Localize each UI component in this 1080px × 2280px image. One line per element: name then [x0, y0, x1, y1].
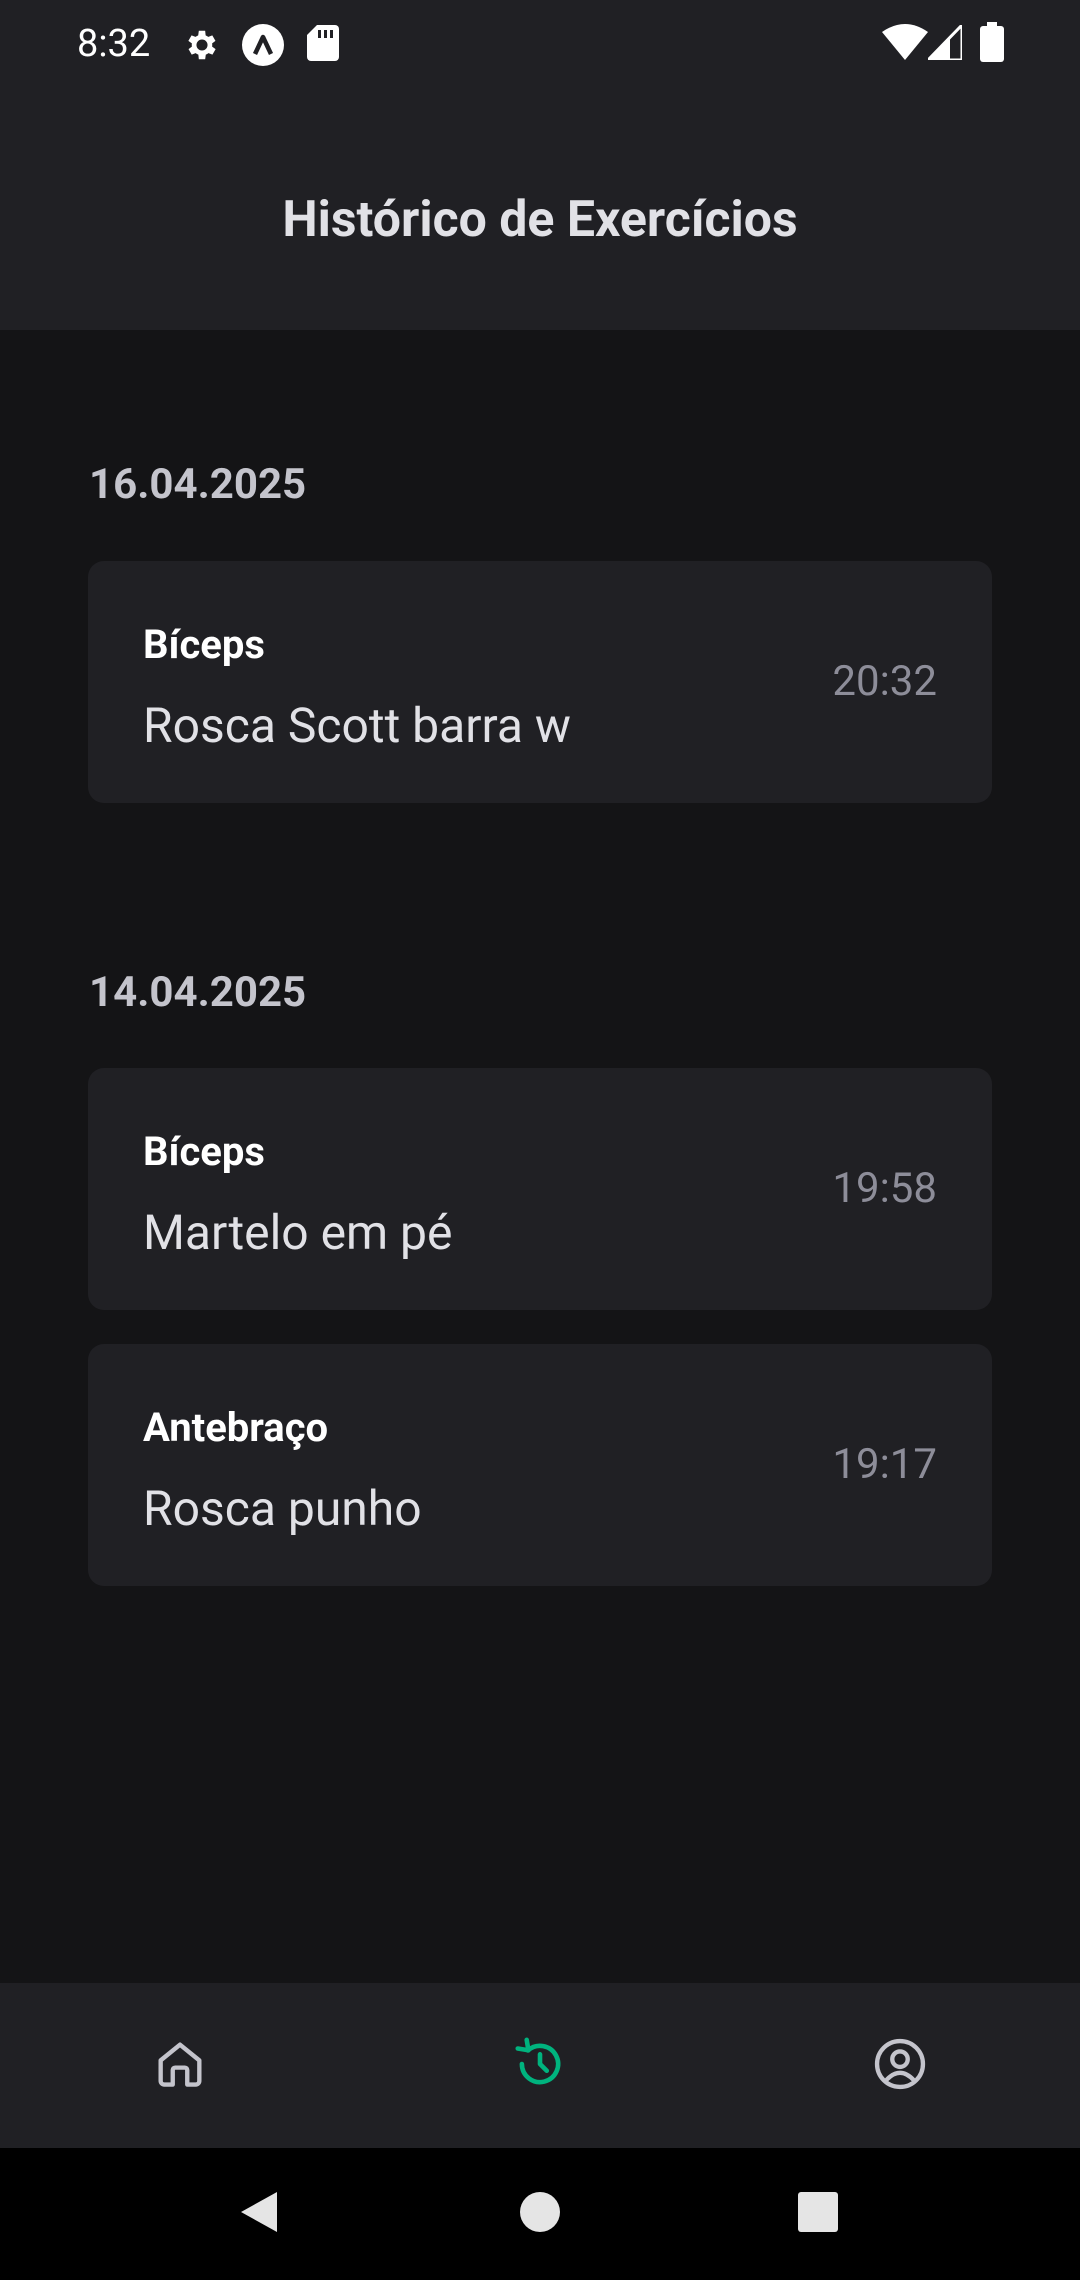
- signal-icon: [928, 25, 962, 60]
- page-title: Histórico de Exercícios: [282, 191, 798, 249]
- back-icon: [237, 2189, 283, 2239]
- exercise-time: 20:32: [832, 657, 937, 706]
- tab-history[interactable]: [495, 2019, 585, 2109]
- status-time: 8:32: [77, 22, 151, 66]
- section-date: 16.04.2025: [89, 460, 307, 509]
- exercise-name: Rosca Scott barra w: [143, 697, 571, 754]
- exercise-time: 19:58: [832, 1164, 937, 1213]
- system-nav: [0, 2148, 1080, 2280]
- bottom-nav: [0, 1983, 1080, 2148]
- home-button[interactable]: [512, 2186, 568, 2242]
- home-circle-icon: [518, 2190, 562, 2238]
- home-icon: [151, 2035, 209, 2093]
- tab-profile[interactable]: [855, 2019, 945, 2109]
- sd-card-icon: [307, 25, 339, 61]
- exercise-name: Rosca punho: [143, 1480, 422, 1537]
- muscle-group: Bíceps: [143, 621, 265, 668]
- wifi-icon: [882, 24, 928, 60]
- history-card[interactable]: Antebraço Rosca punho 19:17: [88, 1344, 992, 1586]
- battery-icon: [980, 22, 1004, 62]
- exercise-time: 19:17: [832, 1440, 937, 1489]
- history-card[interactable]: Bíceps Martelo em pé 19:58: [88, 1068, 992, 1310]
- recents-button[interactable]: [790, 2186, 846, 2242]
- exercise-name: Martelo em pé: [143, 1204, 453, 1261]
- muscle-group: Bíceps: [143, 1128, 265, 1175]
- app-header: Histórico de Exercícios: [0, 90, 1080, 330]
- section-date: 14.04.2025: [89, 968, 307, 1017]
- recents-icon: [796, 2190, 840, 2238]
- muscle-group: Antebraço: [143, 1404, 329, 1451]
- history-icon: [511, 2035, 569, 2093]
- app-logo-icon: [241, 23, 285, 67]
- history-card[interactable]: Bíceps Rosca Scott barra w 20:32: [88, 561, 992, 803]
- back-button[interactable]: [232, 2186, 288, 2242]
- gear-icon: [183, 26, 221, 64]
- profile-icon: [871, 2035, 929, 2093]
- screen: 8:32 Histórico de Exercícios 16.04.2025 …: [0, 0, 1080, 2280]
- status-bar: 8:32: [0, 0, 1080, 90]
- tab-home[interactable]: [135, 2019, 225, 2109]
